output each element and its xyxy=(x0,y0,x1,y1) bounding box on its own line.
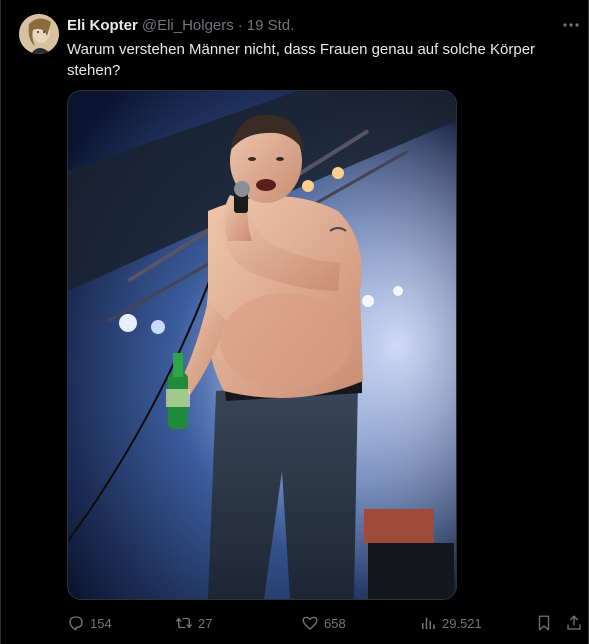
author-display-name[interactable]: Eli Kopter xyxy=(67,17,138,34)
avatar-image xyxy=(19,14,59,54)
tweet-media-photo[interactable] xyxy=(67,90,457,600)
like-count: 658 xyxy=(324,615,346,631)
concert-photo xyxy=(68,91,456,599)
more-options-icon xyxy=(563,23,579,27)
like-button[interactable]: 658 xyxy=(301,611,346,635)
bookmark-button[interactable] xyxy=(535,611,558,635)
tweet-text: Warum verstehen Männer nicht, dass Fraue… xyxy=(67,41,536,79)
reply-count: 154 xyxy=(90,615,112,631)
retweet-icon xyxy=(175,617,193,629)
share-upload-icon xyxy=(567,615,581,630)
reply-button[interactable]: 154 xyxy=(67,611,112,635)
bookmark-icon xyxy=(538,615,550,631)
heart-icon xyxy=(302,616,318,630)
retweet-count: 27 xyxy=(198,615,213,631)
tweet-actions-bar: 154 27 658 29.521 xyxy=(67,611,583,635)
tweet-header: Eli Kopter @Eli_Holgers · 19 Std. xyxy=(67,14,548,36)
view-count: 29.521 xyxy=(442,615,482,631)
share-button[interactable] xyxy=(565,611,588,635)
author-avatar[interactable] xyxy=(19,14,59,54)
header-separator: · xyxy=(237,16,243,34)
author-handle[interactable]: @Eli_Holgers xyxy=(142,17,234,34)
reply-icon xyxy=(69,616,83,631)
tweet-card[interactable]: Eli Kopter @Eli_Holgers · 19 Std. Warum … xyxy=(0,0,589,644)
tweet-timestamp[interactable]: 19 Std. xyxy=(247,17,295,34)
views-chart-icon xyxy=(422,617,435,629)
ellipsis-icon[interactable] xyxy=(560,14,582,36)
views-button[interactable]: 29.521 xyxy=(419,611,482,635)
retweet-button[interactable]: 27 xyxy=(175,611,212,635)
